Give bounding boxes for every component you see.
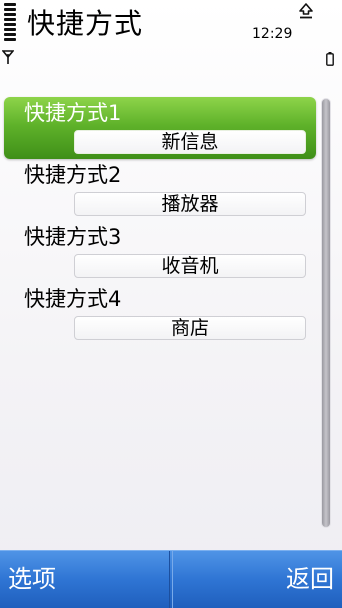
shortcut-label: 快捷方式1 xyxy=(24,101,122,125)
battery-icon xyxy=(326,52,334,66)
scrollbar[interactable] xyxy=(321,98,331,528)
shortcut-value-field[interactable]: 播放器 xyxy=(74,192,306,216)
shortcut-item-1[interactable]: 快捷方式1 新信息 xyxy=(4,97,316,159)
shortcut-item-4[interactable]: 快捷方式4 商店 xyxy=(4,283,316,345)
antenna-icon xyxy=(2,50,14,64)
scrollbar-thumb[interactable] xyxy=(322,99,330,527)
upload-icon xyxy=(299,3,313,19)
softkey-bar: 选项 返回 xyxy=(0,550,342,608)
clock: 12:29 xyxy=(252,26,293,42)
options-softkey[interactable]: 选项 xyxy=(0,551,170,608)
shortcut-label: 快捷方式2 xyxy=(24,163,122,187)
shortcut-value-field[interactable]: 新信息 xyxy=(74,130,306,154)
page-title: 快捷方式 xyxy=(27,7,144,40)
shortcut-label: 快捷方式3 xyxy=(24,225,122,249)
signal-strength-icon xyxy=(4,3,16,43)
shortcut-list: 快捷方式1 新信息 快捷方式2 播放器 快捷方式3 收音机 快捷方式4 商店 xyxy=(4,97,316,345)
shortcut-value-field[interactable]: 商店 xyxy=(74,316,306,340)
shortcut-label: 快捷方式4 xyxy=(24,287,122,311)
back-softkey[interactable]: 返回 xyxy=(172,551,342,608)
shortcut-item-3[interactable]: 快捷方式3 收音机 xyxy=(4,221,316,283)
shortcut-value-field[interactable]: 收音机 xyxy=(74,254,306,278)
shortcut-item-2[interactable]: 快捷方式2 播放器 xyxy=(4,159,316,221)
